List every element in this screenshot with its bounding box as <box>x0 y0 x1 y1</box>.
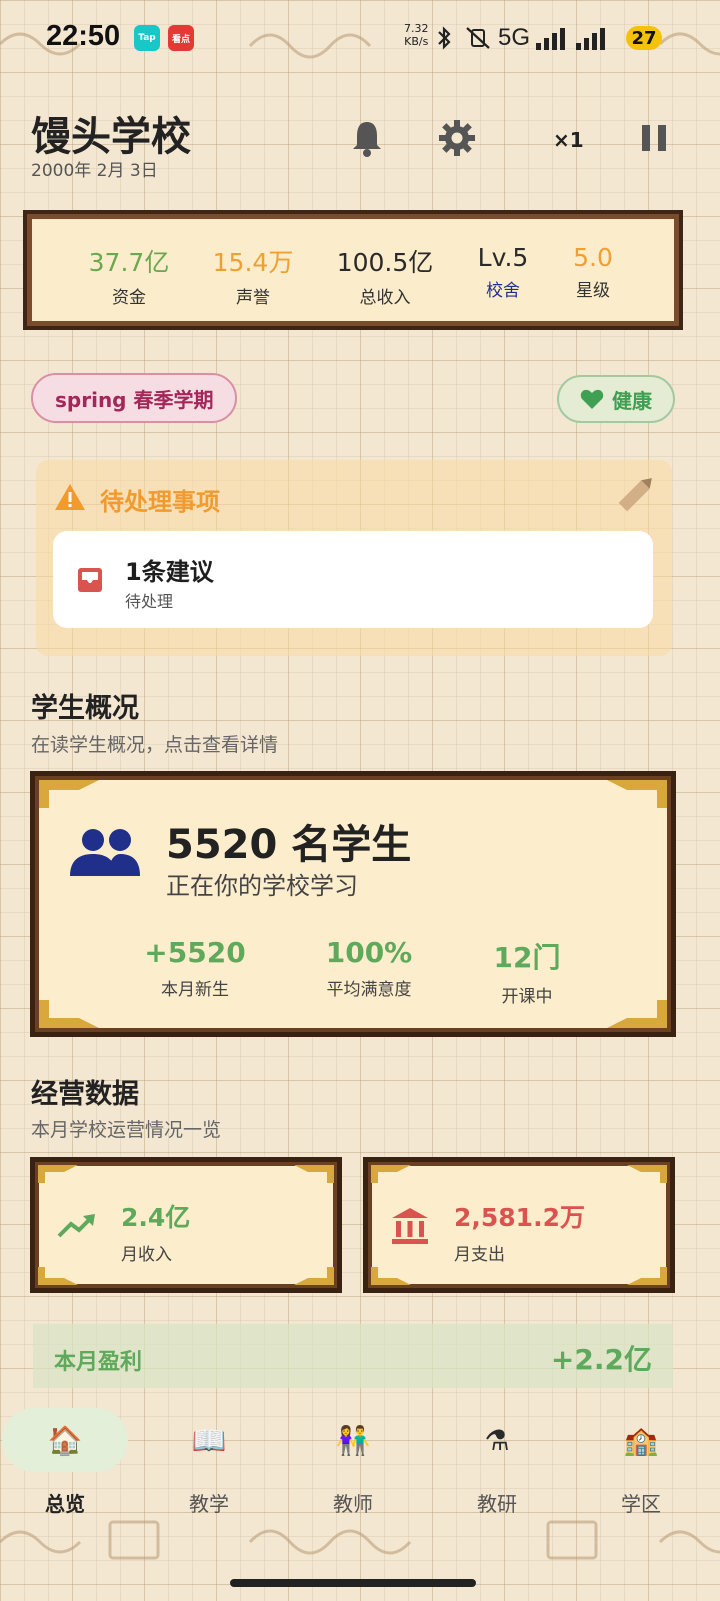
status-bar: 22:50 Tap 看点 7.32 KB/s 5G 27 <box>0 0 720 78</box>
ornament-corner <box>294 1267 334 1285</box>
health-label: 健康 <box>612 388 652 413</box>
heart-icon <box>580 389 604 409</box>
ornament-corner <box>627 1165 667 1183</box>
book-icon: 📖 <box>191 1424 227 1457</box>
taptap-icon: Tap <box>134 25 160 51</box>
pending-item-title: 1条建议 <box>125 558 214 586</box>
health-chip[interactable]: 健康 <box>557 375 675 423</box>
nav-item-3[interactable]: ⚗ 教研 <box>432 1406 562 1516</box>
status-time: 22:50 <box>46 20 121 52</box>
pending-title: 待处理事项 <box>100 488 220 516</box>
school-house-icon: 🏠 <box>47 1424 83 1457</box>
ornament-corner <box>607 780 667 808</box>
gear-icon[interactable] <box>437 118 477 158</box>
stat-value: 15.4万 <box>212 248 294 277</box>
bluetooth-icon <box>438 26 451 50</box>
pause-icon[interactable] <box>634 118 674 158</box>
bank-icon <box>392 1208 428 1244</box>
stat-label: 资金 <box>112 288 146 308</box>
stat-item: 15.4万声誉 <box>198 243 308 308</box>
people-group-icon <box>70 829 140 876</box>
stat-item: 5.0 星级 <box>538 243 648 301</box>
monthly-income-card[interactable]: 2.4亿 月收入 <box>30 1157 342 1293</box>
stat-value: 5.0 <box>573 243 613 272</box>
ornament-corner <box>38 1267 78 1285</box>
nav-item-4[interactable]: 🏫 学区 <box>576 1406 706 1516</box>
student-stat-label: 本月新生 <box>161 980 229 1000</box>
nav-label: 教师 <box>333 1492 373 1516</box>
flask-icon: ⚗ <box>484 1424 510 1457</box>
nav-label: 教研 <box>477 1492 517 1516</box>
ornament-corner <box>607 1000 667 1028</box>
operations-section-subtitle: 本月学校运营情况一览 <box>31 1119 222 1141</box>
stat-value: 100.5亿 <box>336 248 434 277</box>
student-stat: 12门开课中 <box>442 936 612 1007</box>
students-section-title: 学生概况 <box>31 693 139 724</box>
monthly-expense-card[interactable]: 2,581.2万 月支出 <box>363 1157 675 1293</box>
stat-item: 100.5亿总收入 <box>330 243 440 308</box>
signal-2-icon <box>576 28 605 50</box>
ornament-corner <box>294 1165 334 1183</box>
game-date: 2000年 2月 3日 <box>31 161 158 181</box>
teachers-icon: 👫 <box>335 1424 371 1457</box>
monthly-income-label: 月收入 <box>121 1245 172 1265</box>
stat-label: 总收入 <box>359 288 411 308</box>
ornament-corner <box>371 1267 411 1285</box>
student-count-subtitle: 正在你的学校学习 <box>166 872 358 900</box>
student-stat-label: 开课中 <box>501 987 553 1007</box>
inbox-icon <box>78 568 102 592</box>
stat-item: 37.7亿资金 <box>74 243 184 308</box>
stat-value: 37.7亿 <box>88 248 170 277</box>
pending-item-status: 待处理 <box>125 592 174 611</box>
monthly-profit-value: +2.2亿 <box>550 1343 652 1376</box>
decorative-border-bottom <box>0 1520 720 1560</box>
monthly-expense-value: 2,581.2万 <box>454 1203 585 1232</box>
season-chip[interactable]: spring 春季学期 <box>31 373 238 423</box>
school-name: 馒头学校 <box>31 114 191 160</box>
nav-item-2[interactable]: 👫 教师 <box>288 1406 418 1516</box>
bell-icon[interactable] <box>347 118 387 158</box>
student-stat-value: 12门 <box>493 941 561 974</box>
operations-section-title: 经营数据 <box>31 1079 139 1110</box>
students-section-subtitle: 在读学生概况，点击查看详情 <box>31 734 279 756</box>
ornament-corner <box>39 780 99 808</box>
warning-icon <box>55 484 85 510</box>
ornament-corner <box>39 1000 99 1028</box>
campus-building-icon: 🏫 <box>623 1424 659 1457</box>
student-count: 5520 名学生 <box>166 822 412 868</box>
nav-label: 教学 <box>189 1492 229 1516</box>
ornament-corner <box>371 1165 411 1183</box>
network-type: 5G <box>498 24 531 51</box>
nav-item-1[interactable]: 📖 教学 <box>144 1406 274 1516</box>
stat-label: 星级 <box>576 281 610 301</box>
network-speed: 7.32 KB/s <box>404 22 429 48</box>
nav-item-0[interactable]: 🏠 总览 <box>0 1406 130 1516</box>
student-stat: +5520 本月新生 <box>110 936 280 1000</box>
student-stat: 100% 平均满意度 <box>284 936 454 1000</box>
monthly-profit-label: 本月盈利 <box>54 1350 143 1375</box>
game-speed-button[interactable]: ×1 <box>553 128 584 152</box>
nav-label: 总览 <box>45 1492 85 1516</box>
ornament-corner <box>627 1267 667 1285</box>
trending-up-icon <box>57 1214 95 1238</box>
student-stat-value: 100% <box>325 936 413 969</box>
news-app-icon: 看点 <box>168 25 194 51</box>
pencil-icon <box>618 478 652 512</box>
monthly-expense-label: 月支出 <box>454 1245 505 1265</box>
student-stat-value: +5520 <box>144 936 246 969</box>
monthly-income-value: 2.4亿 <box>121 1203 191 1232</box>
stat-label: 声誉 <box>236 288 270 308</box>
vibrate-mute-icon <box>466 27 490 49</box>
nav-label: 学区 <box>621 1492 661 1516</box>
student-stat-label: 平均满意度 <box>326 980 412 1000</box>
signal-icon <box>536 28 565 50</box>
ornament-corner <box>38 1165 78 1183</box>
battery-indicator: 27 <box>626 26 662 50</box>
home-indicator[interactable] <box>230 1579 476 1587</box>
